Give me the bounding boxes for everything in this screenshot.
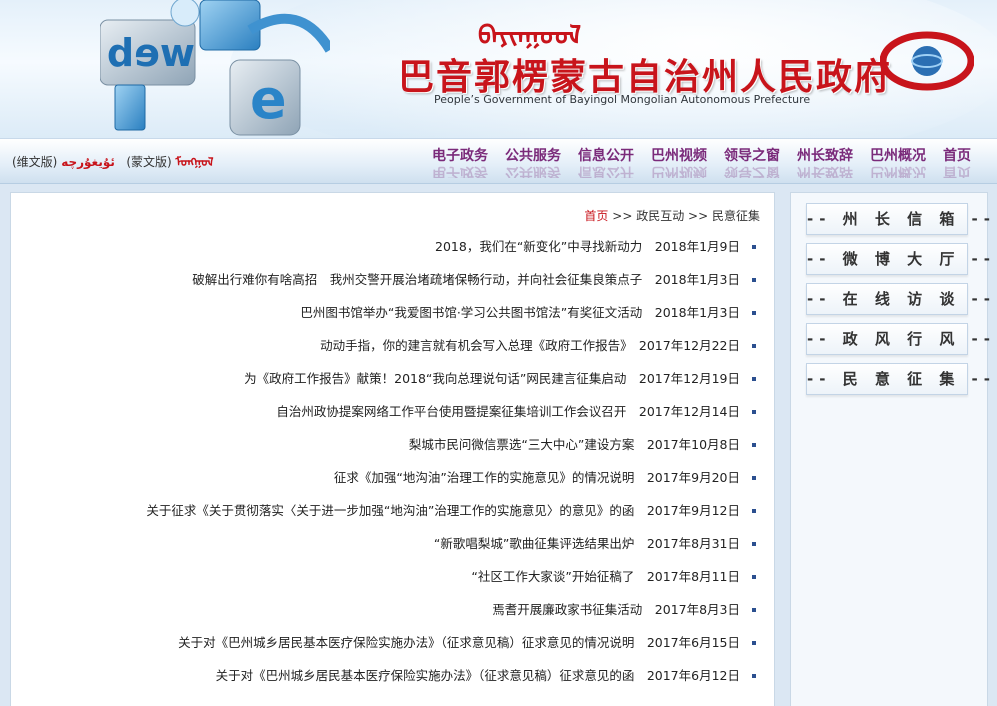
uyghur-version-label: (维文版) [12,155,58,169]
nav-menu: 首页 首页 巴州概况 巴州概况 州长致辞 州长致辞 领导之窗 领导之窗 巴州视频 巴州视频… [415,146,971,178]
mongol-version-link[interactable]: (蒙文版) ᠮᠤᠩᠭᠤᠯ [126,155,213,169]
mongol-script-label: ᠮᠤᠩᠭᠤᠯ [175,155,214,169]
sidebar-opinion-collection-button[interactable]: -- 民 意 征 集 -- [806,363,990,395]
web-cubes-decoration: web e [100,0,330,136]
nav-label: 巴州概况 [870,148,926,164]
sidebar-conduct-button[interactable]: -- 政 风 行 风 -- [806,323,990,355]
sidebar-online-interview-button[interactable]: -- 在 线 访 谈 -- [806,283,990,315]
news-item-link[interactable]: 破解出行难你有啥高招 我州交警开展治堵疏堵保畅行动，并向社会征集良策点子 201… [146,272,756,305]
nav-reflection: 领导之窗 [724,166,780,178]
nav-item-public-service[interactable]: 公共服务 公共服务 [505,146,561,178]
breadcrumb-home-link[interactable]: 首页 [584,209,608,223]
news-item-link[interactable]: 征求《加强“地沟油”治理工作的实施意见》的情况说明 2017年9月20日 [146,470,756,503]
news-item-link[interactable]: 焉耆开展廉政家书征集活动 2017年8月3日 [146,602,756,635]
nav-label: 电子政务 [432,148,488,164]
svg-text:e: e [250,68,287,131]
news-item-link[interactable]: 自治州政协提案网络工作平台使用暨提案征集培训工作会议召开 2017年12月14日 [146,404,756,437]
nav-label: 信息公开 [578,148,634,164]
sidebar-weibo-hall-button[interactable]: -- 微 博 大 厅 -- [806,243,990,275]
news-item-link[interactable]: 关于对《巴州城乡居民基本医疗保险实施办法》（征求意见稿）征求意见的情况说明 20… [146,635,756,668]
nav-item-info-disclosure[interactable]: 信息公开 信息公开 [578,146,634,178]
nav-item-e-government[interactable]: 电子政务 电子政务 [432,146,488,178]
news-item-link[interactable]: 2018，我们在“新变化”中寻找新动力 2018年1月9日 [146,239,756,272]
mongol-version-label: (蒙文版) [126,155,172,169]
breadcrumb-separator: >> [612,209,633,223]
news-item-link[interactable]: 巴州图书馆举办“我爱图书馆·学习公共图书馆法”有奖征文活动 2018年1月3日 [146,305,756,338]
news-item-link[interactable]: “新歌唱梨城”歌曲征集评选结果出炉 2017年8月31日 [146,536,756,569]
uyghur-version-link[interactable]: (维文版) ئۇيغۇرچە [12,155,119,169]
news-item-link[interactable]: 为《政府工作报告》献策！2018“我向总理说句话”网民建言征集启动 2017年1… [146,371,756,404]
nav-label: 领导之窗 [724,148,780,164]
nav-reflection: 巴州概况 [870,166,926,178]
breadcrumb-current: 民意征集 [711,209,760,223]
news-item-link[interactable]: 梨城市民问微信票选“三大中心”建设方案 2017年10月8日 [146,437,756,470]
nav-item-overview[interactable]: 巴州概况 巴州概况 [870,146,926,178]
mongolian-title: ᠪᠠᠶᠢᠨᠭᠤᠤᠯ [478,21,582,51]
web-deco-text: web [107,31,195,75]
news-item-link[interactable]: 动动手指，你的建言就有机会写入总理《政府工作报告》 2017年12月22日 [146,338,756,371]
nav-label: 首页 [943,148,971,164]
nav-item-governor-speech[interactable]: 州长致辞 州长致辞 [797,146,853,178]
nav-label: 巴州视频 [651,148,707,164]
breadcrumb-section-link[interactable]: 政民互动 [636,209,684,223]
nav-item-video[interactable]: 巴州视频 巴州视频 [651,146,707,178]
header-banner: web e ᠪᠠᠶᠢᠨᠭᠤᠤᠯ 巴音郭楞蒙古自治州人民政府 People’s G… [0,0,997,138]
uyghur-script-label: ئۇيغۇرچە [61,155,115,169]
nav-reflection: 信息公开 [578,166,634,178]
nav-reflection: 首页 [943,166,971,178]
site-subtitle: People’s Government of Bayingol Mongolia… [434,93,811,106]
nav-item-home[interactable]: 首页 首页 [943,146,971,178]
news-item-link[interactable]: “社区工作大家谈”开始征稿了 2017年8月11日 [146,569,756,602]
news-item-link[interactable]: 关于征求《关于贯彻落实〈关于进一步加强“地沟油”治理工作的实施意见〉的意见》的函… [146,503,756,536]
nav-reflection: 电子政务 [432,166,488,178]
nav-reflection: 公共服务 [505,166,561,178]
government-logo-icon [880,31,974,91]
content-panel: 首页 >> 政民互动 >> 民意征集 2018，我们在“新变化”中寻找新动力 2… [10,192,775,706]
nav-label: 州长致辞 [797,148,853,164]
language-switcher: (维文版) ئۇيغۇرچە (蒙文版) ᠮᠤᠩᠭᠤᠯ [12,149,214,170]
sidebar-governor-mailbox-button[interactable]: -- 州 长 信 箱 -- [806,203,990,235]
news-list: 2018，我们在“新变化”中寻找新动力 2018年1月9日 破解出行难你有啥高招… [146,239,756,701]
nav-reflection: 巴州视频 [651,166,707,178]
breadcrumb: 首页 >> 政民互动 >> 民意征集 [584,207,760,224]
breadcrumb-separator: >> [688,209,709,223]
nav-reflection: 州长致辞 [797,166,853,178]
nav-item-leaders[interactable]: 领导之窗 领导之窗 [724,146,780,178]
sidebar: -- 州 长 信 箱 -- -- 微 博 大 厅 -- -- 在 线 访 谈 -… [790,192,990,706]
nav-label: 公共服务 [505,148,561,164]
news-item-link[interactable]: 关于对《巴州城乡居民基本医疗保险实施办法》（征求意见稿）征求意见的函 2017年… [146,668,756,701]
